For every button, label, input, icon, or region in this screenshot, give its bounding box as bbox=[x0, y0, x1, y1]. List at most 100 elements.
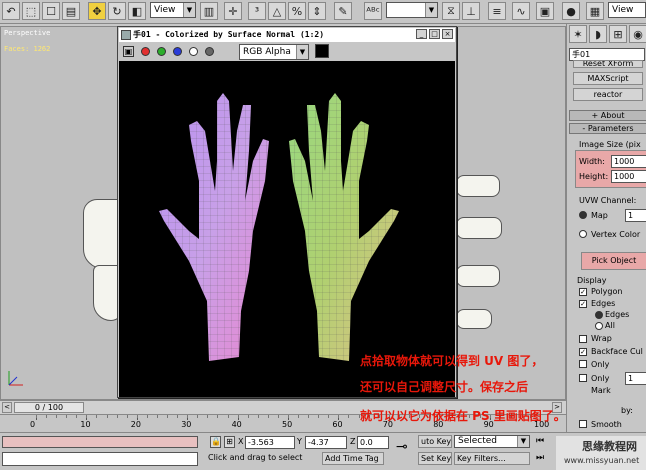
named-selection-icon[interactable]: ᴬᴮᶜ bbox=[364, 2, 382, 20]
select-manipulate-icon[interactable]: ✛ bbox=[224, 2, 242, 20]
uv-hands-image bbox=[159, 93, 399, 361]
edit-named-selection-icon[interactable]: ✎ bbox=[334, 2, 352, 20]
percent-snap-icon[interactable]: % bbox=[288, 2, 306, 20]
red-channel-toggle[interactable] bbox=[141, 47, 150, 56]
minimize-button[interactable]: _ bbox=[416, 29, 427, 39]
x-coord-label: X bbox=[238, 437, 244, 446]
smooth-checkbox[interactable] bbox=[579, 420, 587, 428]
render-view-dropdown[interactable]: View bbox=[608, 2, 646, 18]
edges-sub-radio[interactable] bbox=[595, 311, 603, 319]
select-object-icon[interactable]: ☐ bbox=[42, 2, 60, 20]
set-key-button[interactable]: Set Key bbox=[418, 452, 452, 465]
mirror-icon[interactable]: ⧖ bbox=[442, 2, 460, 20]
width-field[interactable]: 1000 bbox=[611, 155, 646, 168]
curve-editor-icon[interactable]: ∿ bbox=[512, 2, 530, 20]
x-coord-field[interactable]: -3.563 bbox=[245, 436, 295, 449]
absolute-mode-icon[interactable]: ⊞ bbox=[224, 436, 235, 448]
spinner-snap-icon[interactable]: ⇕ bbox=[308, 2, 326, 20]
z-coord-field[interactable]: 0.0 bbox=[357, 436, 389, 449]
save-icon[interactable]: ▣ bbox=[123, 46, 134, 57]
snap-icon[interactable]: ³ bbox=[248, 2, 266, 20]
hand-mesh-finger-4 bbox=[456, 309, 492, 329]
maxscript-listener[interactable] bbox=[2, 436, 198, 448]
wrap-checkbox[interactable] bbox=[579, 335, 587, 343]
key-icon[interactable]: ⊸ bbox=[396, 439, 408, 455]
green-channel-toggle[interactable] bbox=[157, 47, 166, 56]
backface-label: Backface Cul bbox=[591, 347, 643, 356]
track-bar-minor-tick bbox=[227, 415, 229, 418]
left-hand-uv bbox=[159, 93, 269, 361]
hierarchy-tab-icon[interactable]: ⊞ bbox=[609, 25, 627, 43]
mono-channel-toggle[interactable] bbox=[205, 47, 214, 56]
track-bar-minor-tick bbox=[36, 415, 37, 418]
scale-icon[interactable]: ◧ bbox=[128, 2, 146, 20]
select-by-name-icon[interactable]: ▤ bbox=[62, 2, 80, 20]
key-mode-icon[interactable]: ⏭ bbox=[536, 453, 544, 463]
map-channel-field[interactable]: 1 bbox=[625, 209, 646, 222]
track-bar-minor-tick bbox=[328, 415, 330, 418]
lock-selection-icon[interactable]: 🔒 bbox=[210, 436, 221, 448]
pick-object-button[interactable]: Pick Object bbox=[581, 252, 646, 270]
track-bar-tick-label: 60 bbox=[332, 420, 343, 429]
time-prev-icon[interactable]: < bbox=[2, 402, 12, 413]
select-region-icon[interactable]: ⬚ bbox=[22, 2, 40, 20]
modify-tab-icon[interactable]: ◗ bbox=[589, 25, 607, 43]
move-icon[interactable]: ✥ bbox=[88, 2, 106, 20]
hand-mesh-finger-1 bbox=[456, 175, 500, 197]
create-tab-icon[interactable]: ✶ bbox=[569, 25, 587, 43]
polygon-label: Polygon bbox=[591, 287, 623, 296]
motion-tab-icon[interactable]: ◉ bbox=[629, 25, 646, 43]
parameters-rollout[interactable]: - Parameters bbox=[569, 123, 646, 134]
track-bar-minor-tick bbox=[348, 415, 350, 418]
only-checkbox-2[interactable] bbox=[579, 374, 587, 382]
track-bar-minor-tick bbox=[318, 415, 320, 418]
auto-key-button[interactable]: uto Key bbox=[418, 435, 452, 448]
time-slider-thumb[interactable]: 0 / 100 bbox=[14, 402, 84, 413]
all-radio[interactable] bbox=[595, 322, 603, 330]
key-selection-dropdown[interactable]: Selected ▼ bbox=[454, 435, 530, 448]
render-output-window: 手01 - Colorized by Surface Normal (1:2) … bbox=[117, 26, 457, 398]
maximize-button[interactable]: □ bbox=[429, 29, 440, 39]
color-swatch[interactable] bbox=[315, 44, 329, 58]
maxscript-button[interactable]: MAXScript bbox=[573, 72, 643, 85]
edges-label: Edges bbox=[591, 299, 616, 308]
schematic-view-icon[interactable]: ▣ bbox=[536, 2, 554, 20]
backface-checkbox[interactable]: ✓ bbox=[579, 348, 587, 356]
height-field[interactable]: 1000 bbox=[611, 170, 646, 183]
undo-icon[interactable]: ↶ bbox=[2, 2, 20, 20]
track-bar-tick-label: 40 bbox=[231, 420, 242, 429]
render-scene-icon[interactable]: ▦ bbox=[586, 2, 604, 20]
only-checkbox-1[interactable] bbox=[579, 360, 587, 368]
status-bar: 🔒 ⊞ X -3.563 Y -4.37 Z 0.0 ⊸ uto Key Sel… bbox=[0, 432, 646, 470]
channel-display-dropdown[interactable]: RGB Alpha ▼ bbox=[239, 44, 309, 60]
viewport-label: Perspective bbox=[4, 29, 51, 37]
maxscript-mini-input[interactable] bbox=[2, 452, 198, 466]
about-rollout[interactable]: + About bbox=[569, 110, 646, 121]
polygon-checkbox[interactable]: ✓ bbox=[579, 288, 587, 296]
vertex-color-radio[interactable] bbox=[579, 230, 587, 238]
edges-checkbox[interactable]: ✓ bbox=[579, 300, 587, 308]
only-value-field[interactable]: 1 bbox=[625, 372, 646, 385]
go-to-start-icon[interactable]: ⏮ bbox=[536, 436, 544, 446]
prompt-text: Click and drag to select bbox=[206, 452, 320, 465]
layer-manager-icon[interactable]: ≡ bbox=[488, 2, 506, 20]
material-editor-icon[interactable]: ● bbox=[562, 2, 580, 20]
angle-snap-icon[interactable]: △ bbox=[268, 2, 286, 20]
reset-xform-button[interactable]: Reset XForm bbox=[573, 60, 643, 68]
reference-coordinate-dropdown[interactable]: View ▼ bbox=[150, 2, 196, 18]
key-filters-button[interactable]: Key Filters... bbox=[454, 452, 530, 465]
track-bar-tick-label: 30 bbox=[181, 420, 192, 429]
pivot-icon[interactable]: ▥ bbox=[200, 2, 218, 20]
named-selection-dropdown[interactable]: ▼ bbox=[386, 2, 438, 18]
rotate-icon[interactable]: ↻ bbox=[108, 2, 126, 20]
track-bar-minor-tick bbox=[308, 415, 310, 418]
map-radio[interactable] bbox=[579, 211, 587, 219]
blue-channel-toggle[interactable] bbox=[173, 47, 182, 56]
close-button[interactable]: × bbox=[442, 29, 453, 39]
alpha-channel-toggle[interactable] bbox=[189, 47, 198, 56]
all-label: All bbox=[605, 321, 615, 330]
align-icon[interactable]: ⊥ bbox=[462, 2, 480, 20]
reactor-button[interactable]: reactor bbox=[573, 88, 643, 101]
add-time-tag-button[interactable]: Add Time Tag bbox=[322, 452, 384, 465]
y-coord-field[interactable]: -4.37 bbox=[305, 436, 347, 449]
